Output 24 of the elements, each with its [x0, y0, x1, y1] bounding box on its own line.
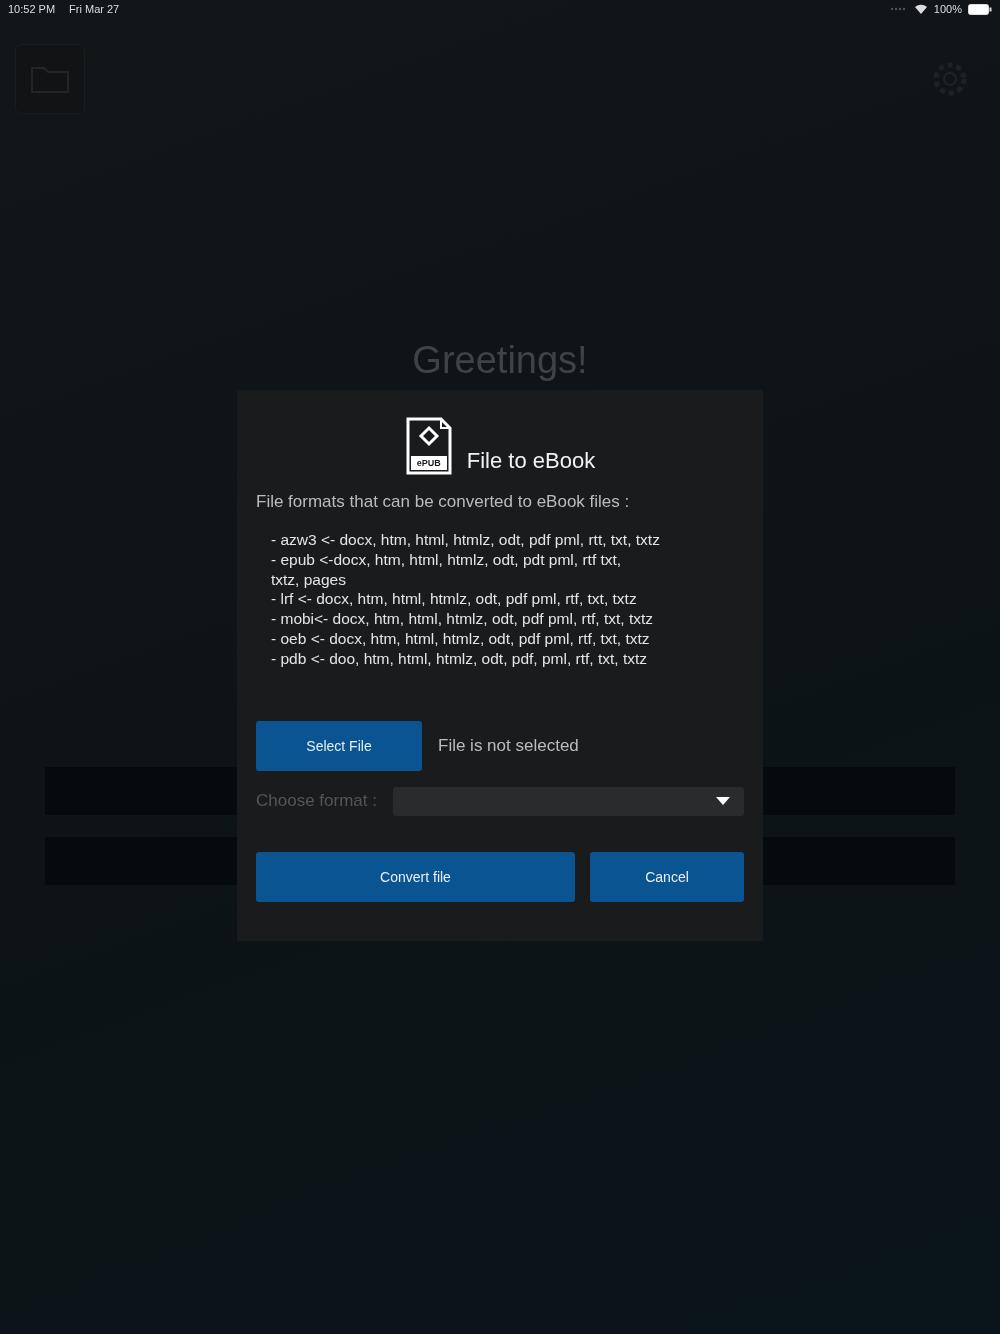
signal-icon	[889, 7, 908, 11]
battery-icon	[968, 3, 992, 15]
intro-text: File formats that can be converted to eBook files :	[256, 492, 631, 512]
status-date: Fri Mar 27	[69, 3, 120, 15]
icon-label: ePUB	[415, 457, 442, 470]
convert-file-button[interactable]: Convert file	[256, 851, 575, 902]
format-dropdown[interactable]	[392, 786, 744, 816]
file-status: File is not selected	[438, 735, 579, 756]
format-line: txtz, pages	[271, 569, 347, 590]
format-line: - azw3 <- docx, htm, html, htmlz, odt, pdf pml, rtt, txt, txtz	[271, 530, 661, 550]
caret-icon	[716, 797, 730, 806]
battery-percent: 100%	[933, 3, 962, 15]
select-file-button[interactable]: Select File	[256, 720, 422, 771]
status-time: 10:52 PM	[8, 3, 56, 15]
wifi-icon	[913, 4, 928, 14]
format-line: - epub <-docx, htm, html, htmlz, odt, pdt pml, rtf txt,	[271, 549, 623, 570]
dialog-title: File to eBook	[466, 448, 596, 474]
format-line: - lrf <- docx, htm, html, htmlz, odt, pdf pml, rtf, txt, txtz	[271, 589, 638, 610]
format-line: - mobi<- docx, htm, html, htmlz, odt, pdf pml, rtf, txt, txtz	[271, 609, 654, 629]
format-line: - oeb <- docx, htm, html, htmlz, odt, pdf pml, rtf, txt, txtz	[271, 629, 651, 649]
format-line: - pdb <- doo, htm, html, htmlz, odt, pdf, pml, rtf, txt, txtz	[271, 648, 648, 669]
format-label: Choose format :	[256, 791, 377, 812]
cancel-button[interactable]: Cancel	[590, 851, 744, 902]
epub-file-icon	[404, 416, 453, 476]
